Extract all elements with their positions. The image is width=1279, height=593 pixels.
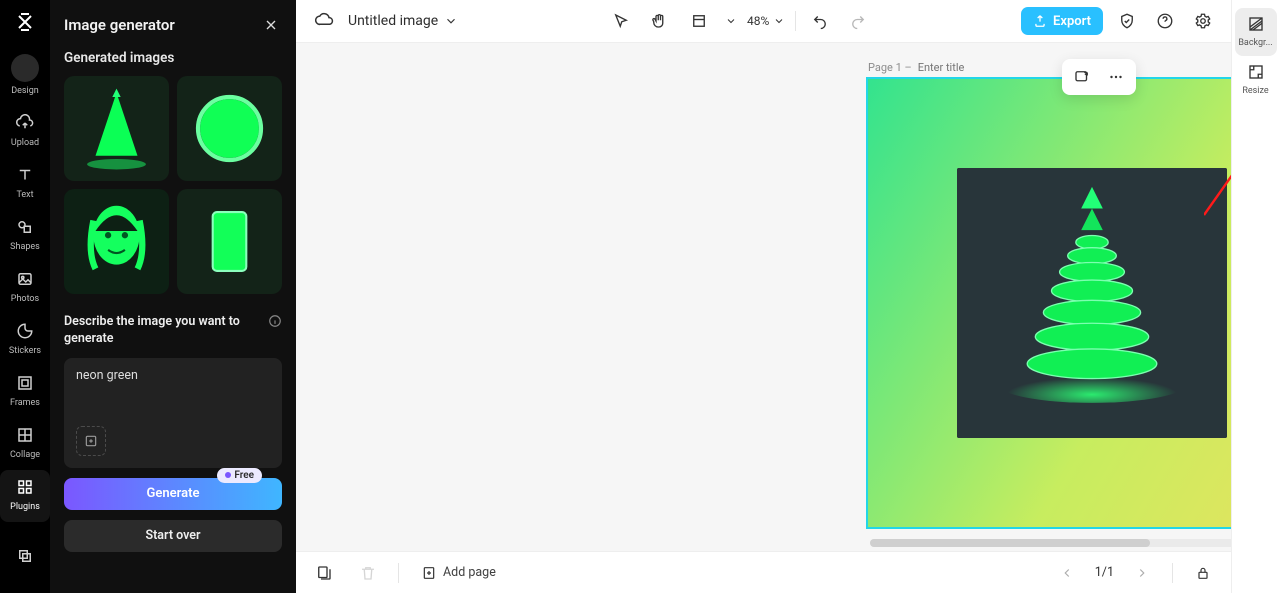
hand-tool[interactable] (645, 7, 673, 35)
nav-label: Text (16, 190, 33, 200)
nav-label: Photos (11, 294, 39, 304)
design-icon (11, 54, 39, 82)
info-icon[interactable] (268, 314, 282, 328)
nav-frames[interactable]: Frames (0, 366, 50, 418)
collage-icon (14, 424, 36, 446)
image-generator-panel: Image generator Generated images (50, 0, 296, 593)
top-toolbar: Untitled image 48% (296, 0, 1231, 42)
plugins-icon (14, 476, 36, 498)
chevron-down-icon (444, 14, 458, 28)
pages-panel-button[interactable] (310, 559, 338, 587)
nav-photos[interactable]: Photos (0, 262, 50, 314)
help-icon[interactable] (1151, 7, 1179, 35)
frames-icon (14, 372, 36, 394)
select-tool[interactable] (607, 7, 635, 35)
horizontal-scrollbar[interactable] (870, 539, 1231, 547)
replace-image-button[interactable] (1066, 62, 1098, 92)
rail-resize[interactable]: Resize (1235, 56, 1277, 104)
divider (1172, 563, 1173, 583)
nav-label: Collage (10, 450, 40, 460)
layers-icon (14, 545, 36, 567)
redo-button[interactable] (844, 7, 872, 35)
nav-stickers[interactable]: Stickers (0, 314, 50, 366)
zoom-control[interactable]: 48% (747, 14, 785, 28)
generated-thumb-4[interactable] (177, 189, 282, 294)
nav-upload[interactable]: Upload (0, 106, 50, 158)
generated-thumb-2[interactable] (177, 76, 282, 181)
start-over-button[interactable]: Start over (64, 520, 282, 552)
placed-image[interactable] (957, 168, 1227, 438)
generated-images-label: Generated images (64, 50, 282, 66)
nav-design[interactable]: Design (0, 48, 50, 106)
nav-label: Design (11, 86, 39, 96)
divider (795, 11, 796, 31)
nav-label: Plugins (10, 502, 40, 512)
nav-bottom[interactable] (0, 539, 50, 581)
stickers-icon (14, 320, 36, 342)
rail-background[interactable]: Backgr... (1235, 8, 1277, 56)
add-page-button[interactable]: Add page (415, 559, 502, 587)
lock-button[interactable] (1189, 559, 1217, 587)
crop-tool[interactable] (683, 7, 715, 35)
prompt-attach-button[interactable] (76, 426, 106, 456)
settings-icon[interactable] (1189, 7, 1217, 35)
bottom-toolbar: Add page 1/1 (296, 551, 1231, 593)
background-icon (1246, 14, 1266, 34)
nav-plugins[interactable]: Plugins (0, 470, 50, 522)
prev-page-button[interactable] (1053, 559, 1081, 587)
panel-title: Image generator (64, 16, 175, 34)
app-logo[interactable] (11, 8, 39, 36)
text-icon (14, 164, 36, 186)
nav-text[interactable]: Text (0, 158, 50, 210)
shield-icon[interactable] (1113, 7, 1141, 35)
add-page-icon (421, 565, 437, 581)
prompt-input[interactable]: neon green (64, 358, 282, 468)
nav-label: Shapes (10, 242, 40, 252)
export-button[interactable]: Export (1021, 7, 1103, 35)
chevron-down-icon[interactable] (725, 15, 737, 27)
page-indicator: 1/1 (1095, 565, 1114, 580)
scrollbar-thumb[interactable] (870, 539, 1150, 547)
nav-label: Upload (11, 138, 39, 148)
chevron-down-icon (773, 15, 785, 27)
export-icon (1033, 14, 1047, 28)
next-page-button[interactable] (1128, 559, 1156, 587)
resize-icon (1246, 62, 1266, 82)
design-canvas[interactable] (866, 77, 1231, 529)
nav-shapes[interactable]: Shapes (0, 210, 50, 262)
photos-icon (14, 268, 36, 290)
delete-page-button[interactable] (354, 559, 382, 587)
nav-collage[interactable]: Collage (0, 418, 50, 470)
prompt-label: Describe the image you want to generate (64, 314, 260, 348)
more-options-button[interactable] (1100, 62, 1132, 92)
page-title-input[interactable] (918, 61, 1058, 74)
document-title[interactable]: Untitled image (348, 13, 458, 29)
right-rail: Backgr... Resize (1231, 0, 1279, 593)
shapes-icon (14, 216, 36, 238)
canvas-area[interactable]: Page 1 – (296, 42, 1231, 551)
nav-label: Stickers (9, 346, 41, 356)
cloud-sync-icon[interactable] (310, 7, 338, 35)
canvas-context-toolbar (1062, 59, 1136, 95)
generated-thumb-3[interactable] (64, 189, 169, 294)
upload-icon (14, 112, 36, 134)
free-badge: Free (217, 468, 262, 483)
undo-button[interactable] (806, 7, 834, 35)
generated-thumbnails (64, 76, 282, 294)
close-panel-button[interactable] (260, 14, 282, 36)
page-label: Page 1 – (868, 61, 1058, 74)
nav-label: Frames (10, 398, 40, 408)
generated-thumb-1[interactable] (64, 76, 169, 181)
prompt-text-value: neon green (76, 368, 270, 383)
left-nav: Design Upload Text Shapes Photos Sticker… (0, 0, 50, 593)
divider (398, 563, 399, 583)
